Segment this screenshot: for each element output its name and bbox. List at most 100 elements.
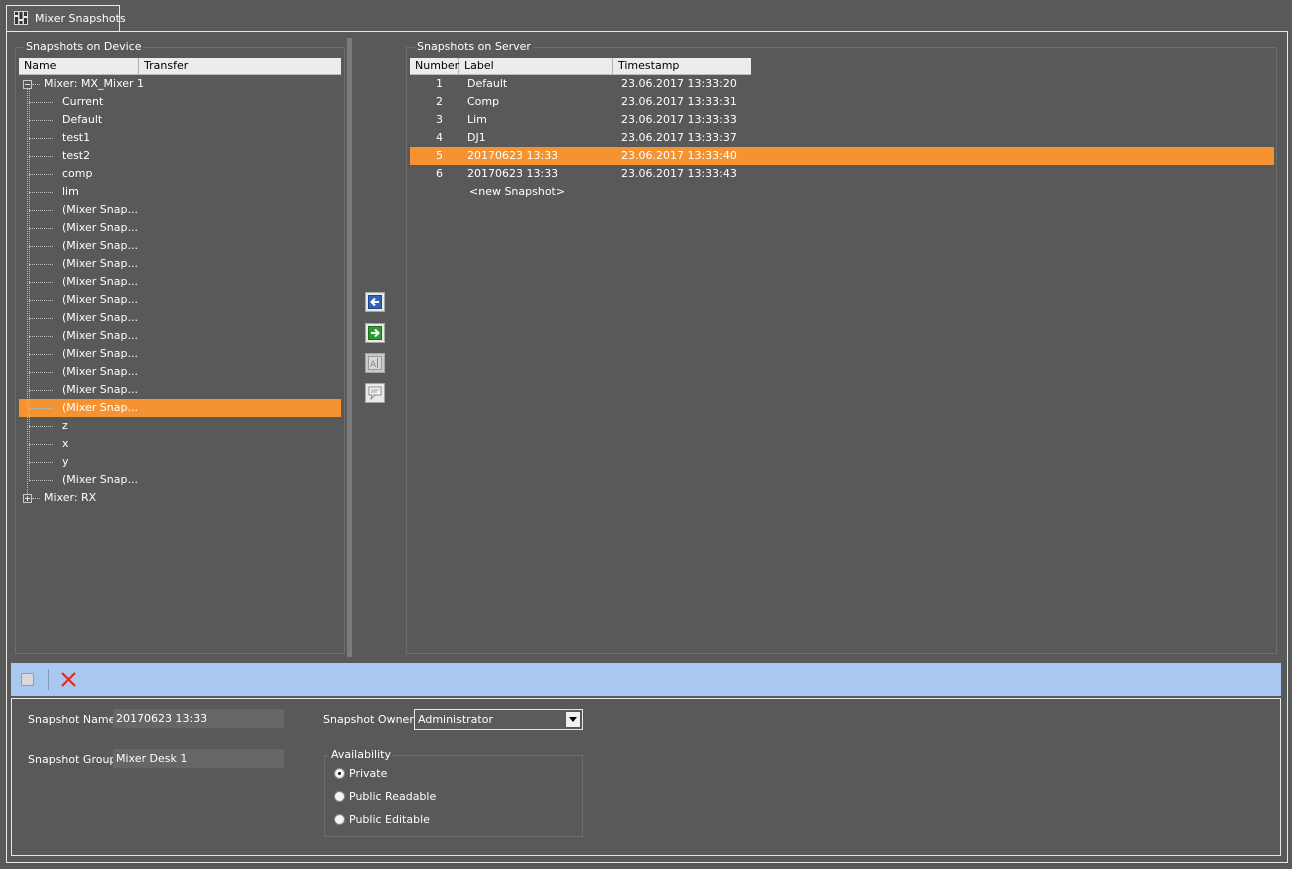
cell-label: 20170623 13:33 (467, 149, 559, 162)
table-row[interactable]: 2 Comp 23.06.2017 13:33:31 (410, 93, 1274, 111)
table-row[interactable]: 6 20170623 13:33 23.06.2017 13:33:43 (410, 165, 1274, 183)
radio-public-editable-label[interactable]: Public Editable (349, 813, 430, 826)
tree-item-label: (Mixer Snap... (62, 311, 138, 324)
cell-timestamp: 23.06.2017 13:33:37 (621, 131, 737, 144)
tree-item-snapshot[interactable]: y (19, 453, 341, 471)
transfer-to-server-button[interactable] (365, 323, 385, 343)
tree-item-label: (Mixer Snap... (62, 257, 138, 270)
device-panel-title: Snapshots on Device (24, 40, 144, 53)
tree-item-snapshot[interactable]: (Mixer Snap... (19, 345, 341, 363)
tree-item-snapshot[interactable]: (Mixer Snap... (19, 201, 341, 219)
availability-title: Availability (329, 748, 393, 761)
comment-button[interactable] (365, 383, 385, 403)
tree-item-label: Default (62, 113, 103, 126)
delete-x-icon[interactable] (60, 671, 77, 688)
tree-item-label: (Mixer Snap... (62, 293, 138, 306)
snapshot-name-label: Snapshot Name: (28, 713, 120, 726)
tree-item-label: (Mixer Snap... (62, 329, 138, 342)
tree-item-label: (Mixer Snap... (62, 203, 138, 216)
tree-item-snapshot[interactable]: (Mixer Snap... (19, 327, 341, 345)
radio-private-button[interactable] (334, 768, 345, 779)
tree-item-snapshot[interactable]: (Mixer Snap... (19, 471, 341, 489)
tree-item-label: (Mixer Snap... (62, 275, 138, 288)
rename-button[interactable]: A (365, 353, 385, 373)
column-header-label[interactable]: Label (459, 58, 613, 74)
snapshot-group-field[interactable]: Mixer Desk 1 (113, 749, 284, 768)
toolbar-separator (48, 669, 49, 690)
tree-item-snapshot[interactable]: test1 (19, 129, 341, 147)
tree-item-snapshot[interactable]: (Mixer Snap... (19, 309, 341, 327)
cell-number: 3 (436, 113, 443, 126)
cell-timestamp: 23.06.2017 13:33:20 (621, 77, 737, 90)
tree-item-label: (Mixer Snap... (62, 347, 138, 360)
tree-item-label: test2 (62, 149, 91, 162)
snapshot-name-field[interactable]: 20170623 13:33 (113, 709, 284, 728)
cell-number: 6 (436, 167, 443, 180)
tree-item-snapshot[interactable]: test2 (19, 147, 341, 165)
tree-item-label: (Mixer Snap... (62, 383, 138, 396)
snapshot-toolbar (11, 663, 1281, 696)
collapse-icon[interactable] (23, 80, 32, 89)
svg-text:A: A (370, 360, 377, 370)
tree-item-snapshot[interactable]: comp (19, 165, 341, 183)
transfer-to-device-button[interactable] (365, 292, 385, 312)
tree-item-snapshot[interactable]: x (19, 435, 341, 453)
tree-item-label: (Mixer Snap... (62, 221, 138, 234)
tab-label: Mixer Snapshots (35, 12, 126, 25)
tree-node-mixer[interactable]: Mixer: MX_Mixer 1 (19, 75, 341, 93)
tree-node-label: Mixer: RX (44, 491, 97, 504)
cell-number: 4 (436, 131, 443, 144)
tree-item-label: test1 (62, 131, 91, 144)
tree-item-snapshot[interactable]: (Mixer Snap... (19, 219, 341, 237)
tree-node-mixer[interactable]: Mixer: RX (19, 489, 341, 507)
column-header-number[interactable]: Number (410, 58, 459, 74)
new-snapshot-label: <new Snapshot> (469, 185, 566, 198)
tree-item-label: z (62, 419, 68, 432)
tree-item-snapshot[interactable]: lim (19, 183, 341, 201)
column-header-timestamp[interactable]: Timestamp (613, 58, 751, 74)
server-panel-title: Snapshots on Server (415, 40, 533, 53)
tree-item-snapshot[interactable]: (Mixer Snap... (19, 381, 341, 399)
cell-label: Comp (467, 95, 500, 108)
tree-item-label: (Mixer Snap... (62, 365, 138, 378)
table-row[interactable]: 1 Default 23.06.2017 13:33:20 (410, 75, 1274, 93)
new-snapshot-row[interactable]: <new Snapshot> (410, 183, 1274, 201)
column-header-transfer[interactable]: Transfer (139, 58, 341, 74)
table-row[interactable]: 4 DJ1 23.06.2017 13:33:37 (410, 129, 1274, 147)
column-header-name[interactable]: Name (19, 58, 139, 74)
tree-item-label: x (62, 437, 69, 450)
tree-node-label: Mixer: MX_Mixer 1 (44, 77, 145, 90)
tree-item-label: (Mixer Snap... (62, 239, 138, 252)
tree-item-snapshot[interactable]: (Mixer Snap... (19, 255, 341, 273)
cell-label: Lim (467, 113, 487, 126)
cell-timestamp: 23.06.2017 13:33:31 (621, 95, 737, 108)
tree-item-snapshot[interactable]: Default (19, 111, 341, 129)
server-table-header: Number Label Timestamp (410, 58, 751, 75)
radio-public-readable-button[interactable] (334, 791, 345, 802)
panel-splitter[interactable] (347, 38, 352, 657)
cell-number: 1 (436, 77, 443, 90)
table-row[interactable]: 3 Lim 23.06.2017 13:33:33 (410, 111, 1274, 129)
tree-item-snapshot[interactable]: (Mixer Snap... (19, 291, 341, 309)
expand-icon[interactable] (23, 494, 32, 503)
tree-item-snapshot[interactable]: (Mixer Snap... (19, 237, 341, 255)
tree-item-label: (Mixer Snap... (62, 473, 138, 486)
cell-timestamp: 23.06.2017 13:33:33 (621, 113, 737, 126)
radio-public-readable-label[interactable]: Public Readable (349, 790, 436, 803)
tree-item-snapshot[interactable]: Current (19, 93, 341, 111)
arrow-left-icon (368, 295, 382, 309)
radio-private-label[interactable]: Private (349, 767, 387, 780)
radio-public-editable-button[interactable] (334, 814, 345, 825)
tree-item-label: lim (62, 185, 79, 198)
cell-label: Default (467, 77, 508, 90)
tab-mixer-snapshots[interactable]: Mixer Snapshots (6, 5, 126, 31)
tree-item-snapshot[interactable]: (Mixer Snap... (19, 399, 341, 417)
tree-item-snapshot[interactable]: z (19, 417, 341, 435)
chevron-down-icon[interactable] (565, 711, 581, 728)
table-row[interactable]: 5 20170623 13:33 23.06.2017 13:33:40 (410, 147, 1274, 165)
tree-item-snapshot[interactable]: (Mixer Snap... (19, 273, 341, 291)
tree-item-snapshot[interactable]: (Mixer Snap... (19, 363, 341, 381)
tree-item-label: comp (62, 167, 93, 180)
snapshot-owner-select[interactable]: Administrator (414, 709, 583, 730)
stop-icon[interactable] (21, 673, 34, 686)
